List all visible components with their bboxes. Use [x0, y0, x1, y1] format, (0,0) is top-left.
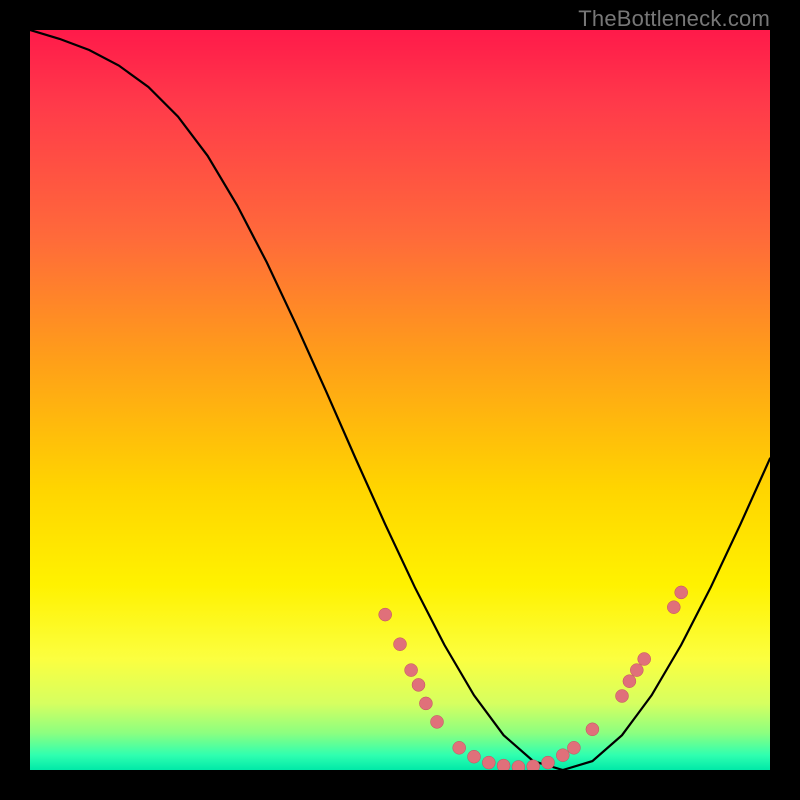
- data-point: [512, 761, 525, 771]
- data-point: [419, 697, 432, 710]
- data-point: [623, 675, 636, 688]
- plot-area: [30, 30, 770, 770]
- chart-frame: TheBottleneck.com: [0, 0, 800, 800]
- data-point: [453, 741, 466, 754]
- data-point: [431, 715, 444, 728]
- data-point: [527, 760, 540, 770]
- data-points: [379, 586, 688, 770]
- data-point: [567, 741, 580, 754]
- data-point: [638, 653, 651, 666]
- bottleneck-curve: [30, 30, 770, 770]
- data-point: [542, 756, 555, 769]
- chart-svg: [30, 30, 770, 770]
- data-point: [630, 664, 643, 677]
- data-point: [412, 678, 425, 691]
- data-point: [468, 750, 481, 763]
- data-point: [379, 608, 392, 621]
- data-point: [667, 601, 680, 614]
- data-point: [482, 756, 495, 769]
- data-point: [394, 638, 407, 651]
- data-point: [675, 586, 688, 599]
- data-point: [405, 664, 418, 677]
- data-point: [586, 723, 599, 736]
- data-point: [616, 690, 629, 703]
- data-point: [497, 759, 510, 770]
- data-point: [556, 749, 569, 762]
- watermark-text: TheBottleneck.com: [578, 6, 770, 32]
